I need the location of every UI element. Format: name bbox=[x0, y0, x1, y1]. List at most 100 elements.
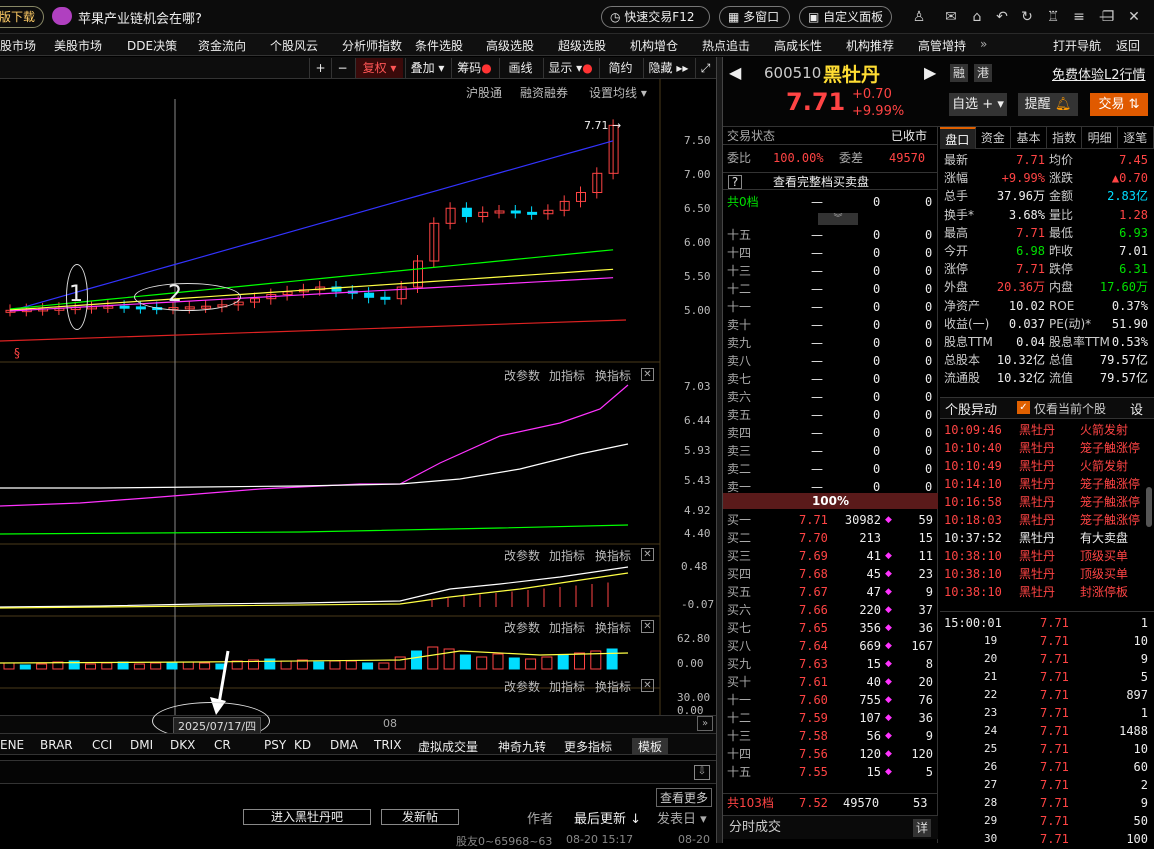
indicator-tab[interactable]: 神奇九转 bbox=[498, 738, 546, 755]
prev-stock-icon[interactable]: ◀ bbox=[729, 63, 741, 82]
restore-icon[interactable]: ❐ bbox=[1099, 8, 1117, 26]
quote-tab[interactable]: 逐笔 bbox=[1118, 127, 1154, 149]
rong-badge[interactable]: 融 bbox=[950, 64, 968, 82]
menu-item[interactable]: 分析师指数 bbox=[342, 37, 402, 54]
forum-input-bar[interactable] bbox=[0, 760, 716, 784]
indicator-tab[interactable]: DKX bbox=[170, 738, 195, 752]
p4-change-params[interactable]: 改参数 bbox=[504, 619, 540, 636]
p3-swap-indicator[interactable]: 换指标 bbox=[595, 547, 631, 564]
p4-close-icon[interactable]: ✕ bbox=[641, 620, 654, 633]
p5-change-params[interactable]: 改参数 bbox=[504, 678, 540, 695]
p2-add-indicator[interactable]: 加指标 bbox=[549, 367, 585, 384]
menu-item[interactable]: 美股市场 bbox=[54, 37, 102, 54]
xianshi-button[interactable]: 显示 ▾● bbox=[543, 58, 597, 78]
p5-close-icon[interactable]: ✕ bbox=[641, 679, 654, 692]
back-button[interactable]: 返回 bbox=[1116, 37, 1140, 54]
refresh-icon[interactable]: ↻ bbox=[1018, 8, 1036, 26]
indicator-tab[interactable]: 虚拟成交量 bbox=[418, 738, 478, 755]
download-button[interactable]: 版下载 bbox=[0, 6, 45, 28]
p3-close-icon[interactable]: ✕ bbox=[641, 548, 654, 561]
anomaly-row[interactable]: 10:10:40 黑牡丹 笼子触涨停 bbox=[940, 439, 1154, 457]
p3-change-params[interactable]: 改参数 bbox=[504, 547, 540, 564]
indicator-tab[interactable]: BRAR bbox=[40, 738, 73, 752]
promo-link[interactable]: 苹果产业链机会在哪? bbox=[78, 8, 202, 27]
indicator-tab[interactable]: KD bbox=[294, 738, 311, 752]
indicator-tab[interactable]: DMA bbox=[330, 738, 358, 752]
watchlist-button[interactable]: 自选 + ▾ bbox=[949, 93, 1007, 116]
chouma-button[interactable]: 筹码● bbox=[451, 58, 497, 78]
menu-item[interactable]: 超级选股 bbox=[558, 37, 606, 54]
quote-tab[interactable]: 指数 bbox=[1047, 127, 1083, 149]
p4-add-indicator[interactable]: 加指标 bbox=[549, 619, 585, 636]
indicator-tab[interactable]: 更多指标 bbox=[564, 738, 612, 755]
splitter[interactable] bbox=[716, 57, 723, 843]
timesales-detail-button[interactable]: 详 bbox=[913, 819, 932, 837]
quote-tab[interactable]: 明细 bbox=[1082, 127, 1118, 149]
p2-swap-indicator[interactable]: 换指标 bbox=[595, 367, 631, 384]
p2-change-params[interactable]: 改参数 bbox=[504, 367, 540, 384]
indicator-tab[interactable]: DMI bbox=[130, 738, 153, 752]
menu-item[interactable]: 条件选股 bbox=[415, 37, 463, 54]
menu-item[interactable]: 个股风云 bbox=[270, 37, 318, 54]
new-post-button[interactable]: 发新帖 bbox=[381, 809, 459, 825]
post-date-column[interactable]: 发表日 ▾ bbox=[657, 808, 707, 827]
l2-trial-link[interactable]: 免费体验L2行情 bbox=[1052, 64, 1146, 83]
menu-item[interactable]: 股市场 bbox=[0, 37, 36, 54]
alert-button[interactable]: 提醒 🔔︎ bbox=[1018, 93, 1078, 116]
last-update-column[interactable]: 最后更新 ↓ bbox=[574, 808, 641, 827]
p5-add-indicator[interactable]: 加指标 bbox=[549, 678, 585, 695]
indicator-tab[interactable]: PSY bbox=[264, 738, 286, 752]
zoom-out-button[interactable]: − bbox=[331, 58, 353, 78]
expand-icon[interactable]: ⇩ bbox=[694, 765, 710, 780]
anomaly-row[interactable]: 10:18:03 黑牡丹 笼子触涨停 bbox=[940, 511, 1154, 529]
jianyue-button[interactable]: 简约 bbox=[599, 58, 641, 78]
multi-window-button[interactable]: ▦ 多窗口 bbox=[719, 6, 790, 28]
quote-tab[interactable]: 盘口 bbox=[940, 127, 976, 149]
skin-icon[interactable]: ♖ bbox=[1044, 8, 1062, 26]
anomaly-scrollbar[interactable] bbox=[1146, 487, 1152, 527]
trade-button[interactable]: 交易 ⇅ bbox=[1090, 93, 1148, 116]
next-stock-icon[interactable]: ▶ bbox=[924, 63, 936, 82]
user-icon[interactable]: ♙ bbox=[910, 8, 928, 26]
p4-swap-indicator[interactable]: 换指标 bbox=[595, 619, 631, 636]
quick-trade-button[interactable]: ◷ 快速交易F12 bbox=[601, 6, 710, 28]
home-icon[interactable]: ⌂ bbox=[968, 8, 986, 26]
collapse-icon[interactable]: ︾ bbox=[818, 213, 858, 225]
full-depth-link[interactable]: 查看完整档买卖盘 bbox=[773, 173, 869, 191]
diejia-button[interactable]: 叠加 ▾ bbox=[405, 58, 449, 78]
indicator-tab[interactable]: CR bbox=[214, 738, 231, 752]
full-depth-row[interactable]: ? 查看完整档买卖盘 bbox=[723, 172, 938, 190]
menu-item[interactable]: 高级选股 bbox=[486, 37, 534, 54]
anomaly-row[interactable]: 10:38:10 黑牡丹 顶级买单 bbox=[940, 547, 1154, 565]
quote-tab[interactable]: 资金 bbox=[976, 127, 1012, 149]
anomaly-row[interactable]: 10:10:49 黑牡丹 火箭发射 bbox=[940, 457, 1154, 475]
anomaly-row[interactable]: 10:09:46 黑牡丹 火箭发射 bbox=[940, 421, 1154, 439]
menu-item[interactable]: 机构推荐 bbox=[846, 37, 894, 54]
enter-forum-button[interactable]: 进入黑牡丹吧 bbox=[243, 809, 371, 825]
anomaly-row[interactable]: 10:38:10 黑牡丹 封涨停板 bbox=[940, 583, 1154, 601]
anomaly-row[interactable]: 10:14:10 黑牡丹 笼子触涨停 bbox=[940, 475, 1154, 493]
scroll-right-button[interactable]: » bbox=[697, 716, 713, 731]
menu-item[interactable]: DDE决策 bbox=[127, 37, 177, 54]
fullscreen-icon[interactable]: ⤢ bbox=[695, 58, 715, 78]
back-icon[interactable]: ↶ bbox=[993, 8, 1011, 26]
indicator-tab[interactable]: 模板 bbox=[632, 738, 669, 755]
only-current-checkbox[interactable]: ✓ bbox=[1017, 401, 1030, 414]
quote-tab[interactable]: 基本 bbox=[1011, 127, 1047, 149]
menu-item[interactable]: 资金流向 bbox=[198, 37, 246, 54]
anomaly-row[interactable]: 10:38:10 黑牡丹 顶级买单 bbox=[940, 565, 1154, 583]
anomaly-row[interactable]: 10:16:58 黑牡丹 笼子触涨停 bbox=[940, 493, 1154, 511]
p2-close-icon[interactable]: ✕ bbox=[641, 368, 654, 381]
menu-item[interactable]: 高管增持 bbox=[918, 37, 966, 54]
huaxian-button[interactable]: 画线 bbox=[499, 58, 541, 78]
yincang-button[interactable]: 隐藏 ▸▸ bbox=[643, 58, 693, 78]
anomaly-row[interactable]: 10:37:52 黑牡丹 有大卖盘 bbox=[940, 529, 1154, 547]
menu-item[interactable]: 高成长性 bbox=[774, 37, 822, 54]
author-column[interactable]: 作者 bbox=[527, 808, 553, 827]
indicator-tab[interactable]: CCI bbox=[92, 738, 112, 752]
anomaly-settings-button[interactable]: 设 bbox=[1130, 399, 1143, 418]
gang-badge[interactable]: 港 bbox=[974, 64, 992, 82]
mail-icon[interactable]: ✉ bbox=[942, 8, 960, 26]
menu-item[interactable]: 机构增仓 bbox=[630, 37, 678, 54]
p3-add-indicator[interactable]: 加指标 bbox=[549, 547, 585, 564]
